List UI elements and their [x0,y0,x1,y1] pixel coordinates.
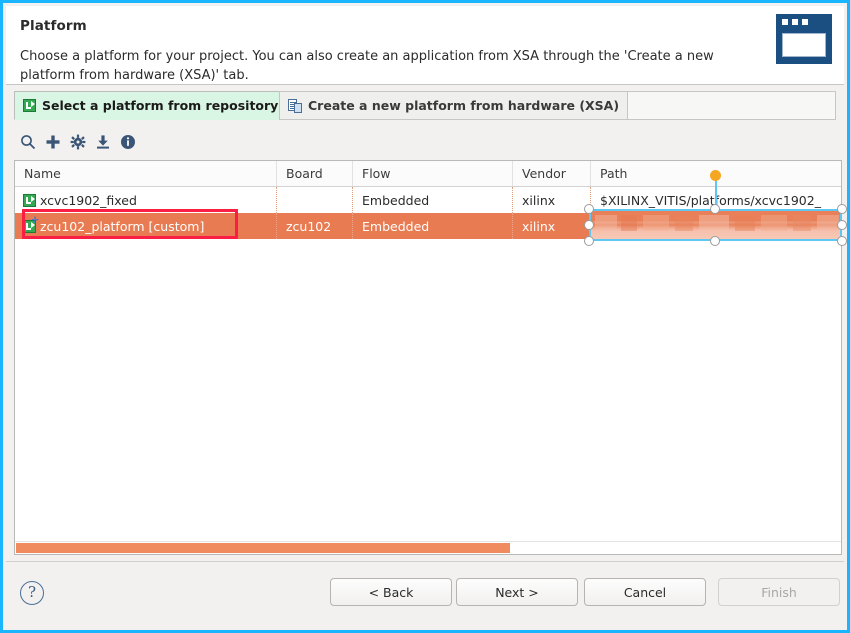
resize-handle-middle-right[interactable] [837,220,847,230]
next-button[interactable]: Next > [456,578,578,606]
column-header-name[interactable]: Name [15,161,277,186]
cell-name-label: xcvc1902_fixed [40,192,137,208]
tab-label: Create a new platform from hardware (XSA… [308,98,620,113]
cell-flow: Embedded [353,187,513,213]
column-header-flow[interactable]: Flow [353,161,513,186]
gear-icon[interactable] [67,131,89,153]
cell-board: zcu102 [277,213,353,239]
import-icon[interactable] [92,131,114,153]
search-icon[interactable] [17,131,39,153]
tab-strip: Select a platform from repository Create… [14,91,836,120]
info-icon[interactable] [117,131,139,153]
resize-handle-bottom-right[interactable] [837,236,847,246]
repository-toolbar [17,129,139,155]
resize-handle-top-right[interactable] [837,204,847,214]
back-button[interactable]: < Back [330,578,452,606]
xsa-import-icon [288,98,302,113]
tab-select-platform-from-repository[interactable]: Select a platform from repository [14,91,288,120]
cancel-button[interactable]: Cancel [584,578,706,606]
cell-board [277,187,353,213]
resize-handle-top-center[interactable] [710,204,720,214]
platform-icon [23,99,36,112]
page-description: Choose a platform for your project. You … [20,49,714,83]
tab-label: Select a platform from repository [42,98,279,113]
rotation-handle[interactable] [710,170,721,181]
resize-handle-bottom-center[interactable] [710,236,720,246]
tab-create-new-platform-from-hardware[interactable]: Create a new platform from hardware (XSA… [279,91,629,120]
cell-vendor: xilinx [513,187,591,213]
platform-icon [23,193,36,207]
cell-name: ✛ zcu102_platform [custom] [15,213,277,239]
resize-handle-top-left[interactable] [584,204,594,214]
custom-platform-icon: ✛ [23,216,39,233]
cell-flow: Embedded [353,213,513,239]
resize-handle-bottom-left[interactable] [584,236,594,246]
wizard-window-icon [776,14,832,64]
column-header-vendor[interactable]: Vendor [513,161,591,186]
platform-wizard-window: Platform Choose a platform for your proj… [0,0,850,633]
horizontal-scrollbar[interactable] [15,541,841,554]
column-header-board[interactable]: Board [277,161,353,186]
page-title: Platform [20,18,87,34]
finish-button: Finish [718,578,840,606]
help-icon[interactable]: ? [20,581,44,605]
wizard-header: Platform Choose a platform for your proj… [6,6,844,85]
horizontal-scrollbar-thumb[interactable] [16,543,510,553]
cell-name-label: zcu102_platform [custom] [40,218,205,234]
wizard-footer: ? < Back Next > Cancel Finish [6,561,844,627]
cell-vendor: xilinx [513,213,591,239]
add-icon[interactable] [42,131,64,153]
wizard-icon-body [782,33,826,57]
resize-handle-middle-left[interactable] [584,220,594,230]
cell-name: xcvc1902_fixed [15,187,277,213]
wizard-icon-titlebar [777,15,831,29]
